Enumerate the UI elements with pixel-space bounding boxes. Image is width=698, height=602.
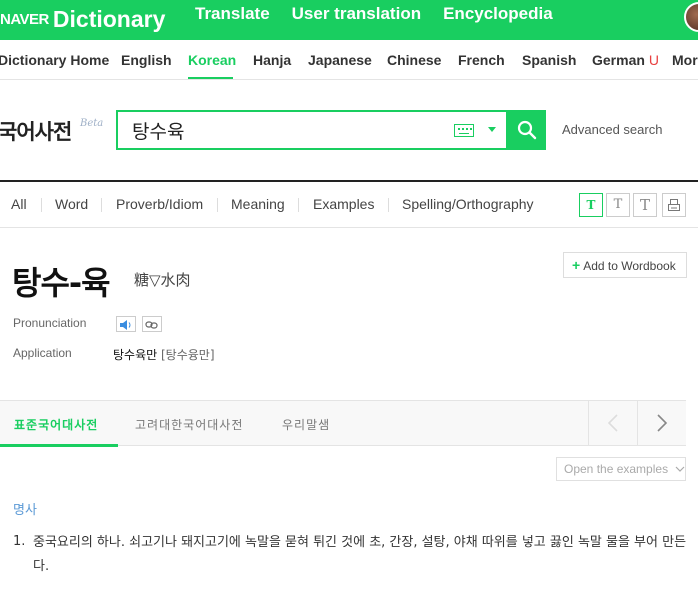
search-icon: [517, 120, 537, 140]
language-tabs: Dictionary Home English Korean Hanja Jap…: [0, 40, 698, 80]
lang-tab-french[interactable]: French: [458, 52, 505, 68]
filter-tab-spelling[interactable]: Spelling/Orthography: [402, 196, 534, 212]
font-size-large-button[interactable]: T: [633, 193, 657, 217]
divider: [101, 198, 102, 212]
nav-encyclopedia[interactable]: Encyclopedia: [443, 4, 553, 24]
print-icon: [668, 199, 680, 211]
filter-tab-examples[interactable]: Examples: [313, 196, 374, 212]
filter-tab-meaning[interactable]: Meaning: [231, 196, 285, 212]
source-tab-korea-univ[interactable]: 고려대한국어대사전: [135, 416, 243, 433]
application-label: Application: [13, 346, 72, 360]
add-to-wordbook-label: Add to Wordbook: [583, 259, 676, 273]
filter-tab-word[interactable]: Word: [55, 196, 88, 212]
chevron-left-icon: [607, 414, 618, 432]
korean-dictionary-title[interactable]: 국어사전: [0, 116, 72, 146]
lang-tab-chinese[interactable]: Chinese: [387, 52, 441, 68]
application-form: 탕수육만: [113, 348, 158, 362]
divider: [217, 198, 218, 212]
application-pronunciation: [탕수융만]: [161, 348, 215, 362]
source-tab-urimalsaem[interactable]: 우리말샘: [282, 416, 330, 433]
naver-dictionary-logo[interactable]: NAVER Dictionary: [0, 6, 165, 33]
lang-tab-hanja[interactable]: Hanja: [253, 52, 291, 68]
nav-user-translation[interactable]: User translation: [292, 4, 421, 24]
top-header: NAVER Dictionary Translate User translati…: [0, 0, 698, 40]
advanced-search-link[interactable]: Advanced search: [562, 122, 662, 137]
divider: [298, 198, 299, 212]
divider: [388, 198, 389, 212]
entry-hanja: 糖▽水肉: [134, 271, 191, 289]
link-icon: [145, 321, 158, 329]
filter-tabs: All Word Proverb/Idiom Meaning Examples …: [0, 180, 698, 228]
part-of-speech: 명사: [13, 503, 37, 518]
lang-tab-dictionary-home[interactable]: Dictionary Home: [0, 52, 109, 68]
divider: [41, 198, 42, 212]
active-tab-indicator: [188, 77, 233, 79]
user-avatar[interactable]: [684, 2, 698, 32]
definition-number: 1.: [13, 534, 26, 549]
dictionary-logo[interactable]: Dictionary: [53, 6, 165, 32]
speaker-icon: [120, 320, 131, 330]
pronunciation-play-button[interactable]: [116, 316, 136, 332]
plus-icon: +: [572, 257, 581, 273]
chevron-down-icon: [675, 466, 685, 472]
application-value: 탕수육만 [탕수융만]: [113, 346, 215, 363]
naver-logo[interactable]: NAVER: [0, 11, 49, 28]
definition-text: 중국요리의 하나. 쇠고기나 돼지고기에 녹말을 묻혀 튀긴 것에 초, 간장,…: [33, 535, 687, 574]
add-to-wordbook-button[interactable]: + Add to Wordbook: [563, 252, 687, 278]
lang-tab-more[interactable]: More: [672, 52, 698, 68]
nav-translate[interactable]: Translate: [195, 4, 270, 24]
open-examples-label: Open the examples: [564, 462, 669, 476]
pronunciation-label: Pronunciation: [13, 316, 87, 330]
search-box: [116, 110, 508, 150]
lang-tab-english[interactable]: English: [121, 52, 172, 68]
font-size-small-button[interactable]: T: [579, 193, 603, 217]
active-source-indicator: [0, 444, 118, 447]
open-examples-button[interactable]: Open the examples: [556, 457, 686, 481]
keyboard-icon[interactable]: [454, 124, 474, 137]
lang-tab-japanese[interactable]: Japanese: [308, 52, 372, 68]
lang-tab-german-label: German: [592, 52, 645, 68]
source-dictionary-tabs: 표준국어대사전 고려대한국어대사전 우리말샘: [0, 400, 686, 447]
search-input[interactable]: [132, 117, 452, 143]
pronunciation-link-button[interactable]: [142, 316, 162, 332]
print-button[interactable]: [662, 193, 686, 217]
search-button[interactable]: [508, 110, 546, 150]
update-badge: U: [648, 52, 659, 68]
entry-headword: 탕수-육: [12, 264, 111, 302]
lang-tab-spanish[interactable]: Spanish: [522, 52, 576, 68]
previous-button[interactable]: [588, 401, 637, 446]
filter-tab-all[interactable]: All: [11, 196, 27, 212]
lang-tab-korean[interactable]: Korean: [188, 52, 236, 68]
beta-badge: Beta: [80, 118, 104, 129]
top-nav: Translate User translation Encyclopedia: [195, 4, 575, 24]
caret-down-icon[interactable]: [488, 127, 496, 132]
source-tab-standard[interactable]: 표준국어대사전: [14, 416, 98, 433]
chevron-right-icon: [657, 414, 668, 432]
next-button[interactable]: [637, 401, 686, 446]
font-size-medium-button[interactable]: T: [606, 193, 630, 217]
lang-tab-german[interactable]: German U: [592, 52, 659, 68]
filter-tab-proverb-idiom[interactable]: Proverb/Idiom: [116, 196, 203, 212]
